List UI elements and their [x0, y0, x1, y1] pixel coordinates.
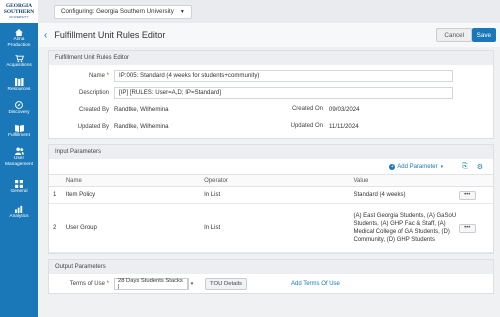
users-icon: [14, 147, 24, 155]
parameters-table: Name Operator Value 1 Item Policy In Lis…: [49, 174, 493, 253]
library-icon: [14, 78, 23, 86]
table-row: 1 Item Policy In List Standard (4 weeks)…: [49, 186, 493, 204]
table-toolbar: + Add Parameter ▾ ⎘ ⚙: [49, 159, 493, 174]
sidebar-item-general[interactable]: General: [0, 180, 38, 195]
compass-icon: [15, 101, 23, 109]
sidebar-item-acquisitions[interactable]: Acquisitions: [0, 55, 38, 69]
sidebar-item-alma-production[interactable]: Alma Production: [0, 29, 38, 48]
section-header: Fulfillment Unit Rules Editor: [49, 51, 493, 65]
university-logo: GEORGIA SOUTHERN UNIVERSITY: [0, 0, 38, 23]
updated-on-value: 11/11/2024: [329, 123, 359, 130]
sidebar-item-user-management[interactable]: User Management: [0, 147, 38, 167]
sidebar-item-fulfillment[interactable]: Fulfillment: [0, 124, 38, 139]
created-by-value: Randtke, Wilhemina: [114, 106, 169, 113]
top-bar: Configuring: Georgia Southern University…: [38, 0, 500, 23]
updated-row: Updated By Randtke, Wilhemina Updated On…: [77, 123, 359, 130]
add-terms-of-use-link[interactable]: Add Terms Of Use: [291, 281, 340, 287]
sidebar: GEORGIA SOUTHERN UNIVERSITY Alma Product…: [0, 0, 38, 317]
sidebar-item-resources[interactable]: Resources: [0, 78, 38, 93]
created-on-value: 09/03/2024: [329, 106, 360, 113]
cancel-button[interactable]: Cancel: [436, 28, 472, 42]
column-header-name: Name: [61, 174, 205, 187]
save-button[interactable]: Save: [471, 28, 496, 42]
chart-icon: [14, 205, 22, 213]
terms-of-use-select[interactable]: 28 Days Students Stacks | ▼: [114, 277, 194, 290]
name-input[interactable]: IP:005: Standard (4 weeks for students+c…: [114, 69, 453, 82]
export-icon[interactable]: ⎘: [462, 163, 468, 171]
section-header: Output Parameters: [49, 260, 493, 274]
tou-details-button[interactable]: TOU Details: [205, 277, 247, 290]
name-row: Name * IP:005: Standard (4 weeks for stu…: [49, 67, 493, 84]
output-parameters-section: Output Parameters Terms of Use * 28 Days…: [48, 259, 494, 294]
page-title: Fulfillment Unit Rules Editor: [54, 30, 166, 40]
sidebar-item-analytics[interactable]: Analytics: [0, 205, 38, 220]
row-actions-button[interactable]: •••: [458, 190, 476, 200]
updated-by-value: Randtke, Wilhemina: [114, 123, 169, 130]
editor-section: Fulfillment Unit Rules Editor Name * IP:…: [48, 50, 494, 139]
row-actions-button[interactable]: •••: [458, 223, 476, 233]
home-icon: [15, 29, 23, 36]
chevron-down-icon: ▾: [440, 163, 444, 170]
created-row: Created By Randtke, Wilhemina Created On…: [78, 106, 360, 113]
main-content: Fulfillment Unit Rules Editor Name * IP:…: [38, 47, 500, 317]
column-header-operator: Operator: [204, 174, 348, 187]
description-row: Description [IP] [RULES: User=A,D; IP=St…: [49, 84, 493, 101]
description-input[interactable]: [IP] [RULES: User=A,D; IP=Standard]: [114, 86, 453, 99]
book-icon: [14, 124, 24, 132]
column-header-value: Value: [347, 174, 459, 187]
sidebar-item-discovery[interactable]: Discovery: [0, 101, 38, 116]
input-parameters-section: Input Parameters + Add Parameter ▾ ⎘ ⚙ N…: [48, 144, 494, 254]
section-header: Input Parameters: [49, 145, 493, 159]
add-parameter-button[interactable]: + Add Parameter ▾: [389, 163, 444, 170]
gear-icon[interactable]: ⚙: [477, 163, 483, 171]
title-bar: ‹ Fulfillment Unit Rules Editor Cancel S…: [38, 23, 500, 47]
table-row: 2 User Group In List (A) East Georgia St…: [49, 203, 493, 253]
plus-icon: +: [389, 163, 396, 170]
configuring-dropdown[interactable]: Configuring: Georgia Southern University…: [54, 4, 192, 19]
grid-icon: [15, 180, 23, 188]
terms-of-use-row: Terms of Use * 28 Days Students Stacks |…: [69, 277, 340, 290]
chevron-down-icon: ▼: [187, 278, 196, 289]
back-arrow-icon[interactable]: ‹: [44, 30, 47, 41]
chevron-down-icon: ▼: [179, 8, 185, 15]
cart-icon: [14, 55, 24, 62]
